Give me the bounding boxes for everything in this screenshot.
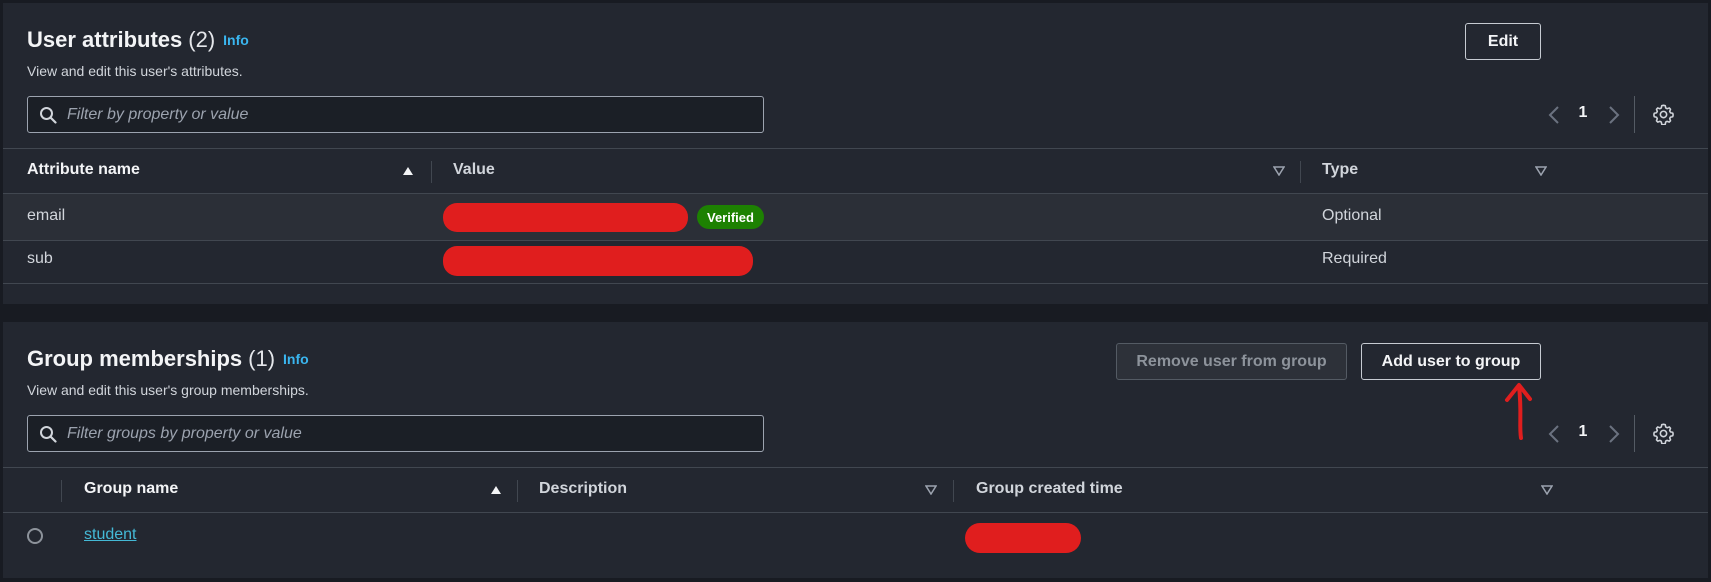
chevron-left-icon[interactable]	[1546, 105, 1562, 125]
table-row: student	[3, 513, 1708, 560]
attributes-pagination: 1	[1538, 96, 1708, 133]
group-memberships-heading: Group memberships (1) Info	[27, 346, 309, 372]
column-divider	[61, 480, 62, 502]
attributes-table-header: Attribute name Value Type	[3, 148, 1708, 194]
attribute-name-cell: sub	[27, 250, 53, 267]
user-attributes-heading: User attributes (2) Info	[27, 27, 249, 53]
attributes-page-number[interactable]: 1	[1571, 104, 1595, 122]
chevron-right-icon[interactable]	[1606, 424, 1622, 444]
search-icon	[40, 107, 57, 124]
attribute-name-cell: email	[27, 207, 66, 224]
group-memberships-title: Group memberships	[27, 346, 243, 371]
column-header-group-created-time[interactable]: Group created time	[976, 480, 1123, 498]
user-attributes-info-link[interactable]: Info	[223, 32, 249, 48]
annotation-arrow-icon	[1505, 383, 1532, 440]
verified-badge: Verified	[697, 205, 764, 229]
redacted-created-time	[965, 523, 1081, 553]
column-header-group-name[interactable]: Group name	[84, 480, 178, 498]
column-header-attribute-name[interactable]: Attribute name	[27, 161, 140, 179]
user-attributes-title: User attributes	[27, 27, 183, 52]
attribute-type-cell: Optional	[1322, 207, 1382, 224]
edit-button[interactable]: Edit	[1465, 23, 1541, 60]
attributes-filter-field[interactable]	[27, 96, 764, 133]
column-divider[interactable]	[1300, 161, 1301, 183]
group-memberships-count: (1)	[248, 346, 276, 371]
gear-icon[interactable]	[1653, 423, 1674, 444]
redacted-value	[443, 203, 688, 232]
group-memberships-panel: Group memberships (1) Info View and edit t…	[3, 322, 1708, 578]
search-icon	[40, 426, 57, 443]
sort-descending-icon[interactable]	[925, 485, 937, 495]
column-divider[interactable]	[517, 480, 518, 502]
redacted-value	[443, 246, 753, 276]
column-header-type[interactable]: Type	[1322, 161, 1358, 179]
user-attributes-description: View and edit this user's attributes.	[27, 63, 243, 79]
groups-table-header: Group name Description Group created tim…	[3, 467, 1708, 513]
sort-descending-icon[interactable]	[1541, 485, 1553, 495]
groups-pagination: 1	[1538, 415, 1708, 452]
groups-page-number[interactable]: 1	[1571, 423, 1595, 441]
group-memberships-description: View and edit this user's group membersh…	[27, 382, 309, 398]
column-divider[interactable]	[431, 161, 432, 183]
pagination-divider	[1634, 96, 1635, 133]
row-select-radio[interactable]	[27, 528, 43, 544]
groups-filter-input[interactable]	[67, 416, 757, 451]
chevron-right-icon[interactable]	[1606, 105, 1622, 125]
chevron-left-icon[interactable]	[1546, 424, 1562, 444]
sort-descending-icon[interactable]	[1273, 166, 1285, 176]
column-header-value[interactable]: Value	[453, 161, 495, 179]
group-name-link[interactable]: student	[84, 526, 136, 544]
column-header-description[interactable]: Description	[539, 480, 627, 498]
sort-ascending-icon[interactable]	[402, 166, 414, 176]
group-memberships-info-link[interactable]: Info	[283, 351, 309, 367]
user-attributes-panel: User attributes (2) Info View and edit thi…	[3, 3, 1708, 304]
sort-ascending-icon[interactable]	[490, 485, 502, 495]
user-attributes-count: (2)	[188, 27, 216, 52]
table-row: email Verified Optional	[3, 194, 1708, 241]
table-row: sub Required	[3, 237, 1708, 284]
pagination-divider	[1634, 415, 1635, 452]
groups-filter-field[interactable]	[27, 415, 764, 452]
sort-descending-icon[interactable]	[1535, 166, 1547, 176]
add-user-to-group-button[interactable]: Add user to group	[1361, 343, 1541, 380]
column-divider[interactable]	[953, 480, 954, 502]
attribute-type-cell: Required	[1322, 250, 1387, 267]
attributes-filter-input[interactable]	[67, 97, 757, 132]
remove-user-from-group-button[interactable]: Remove user from group	[1116, 343, 1347, 380]
gear-icon[interactable]	[1653, 104, 1674, 125]
